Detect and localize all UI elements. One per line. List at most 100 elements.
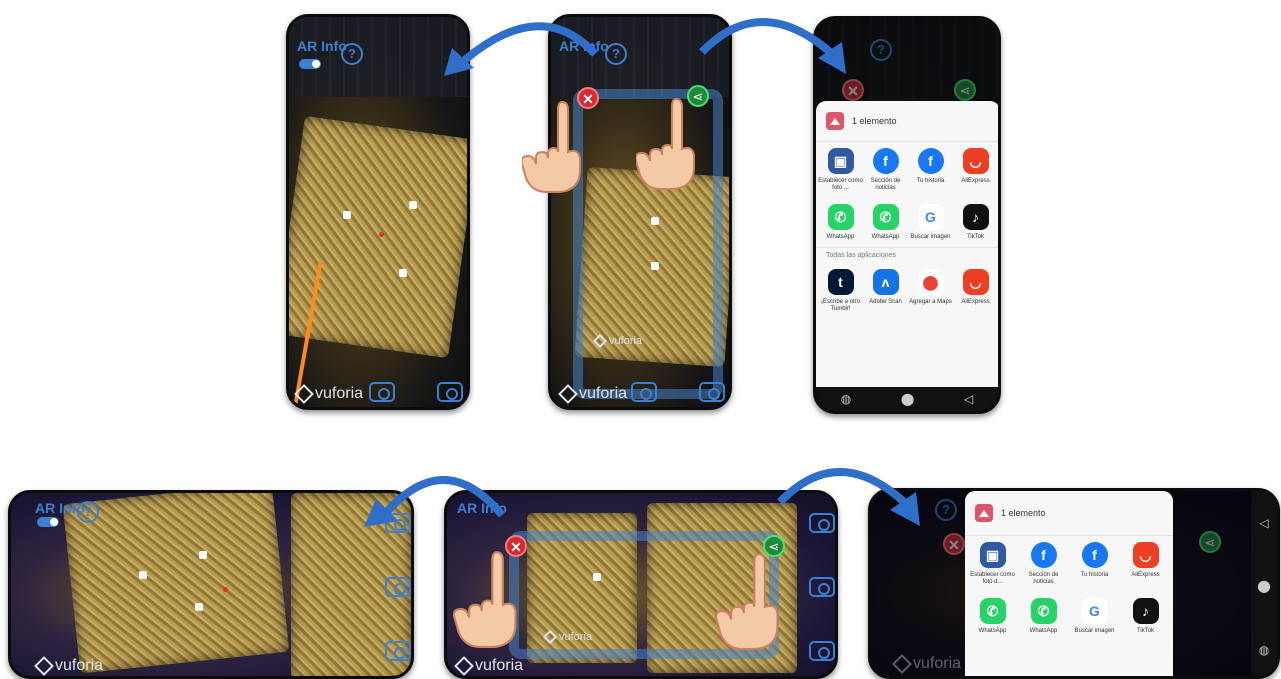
share-target-tiktok[interactable]: ♪ TikTok: [1120, 598, 1171, 635]
facebook-icon: f: [1030, 542, 1057, 568]
help-icon[interactable]: ?: [77, 501, 99, 523]
share-sheet-header: 1 elemento: [965, 491, 1173, 536]
share-sheet-title: 1 elemento: [852, 116, 897, 126]
facebook-icon: f: [1081, 542, 1108, 568]
flow-arrow-icon: [364, 476, 506, 527]
camera-icon[interactable]: [809, 577, 835, 597]
tumblr-icon: t: [827, 269, 854, 295]
google-icon: G: [917, 204, 944, 230]
marker-dot: [199, 551, 207, 559]
marker-dot: [343, 211, 351, 219]
nav-back-icon[interactable]: ◁: [1259, 516, 1268, 530]
marker-dot: [195, 603, 203, 611]
aliexpress-icon: ◡: [962, 269, 989, 295]
share-target-seccion[interactable]: f Sección de noticias: [863, 148, 908, 192]
pointing-hand-icon: [452, 551, 517, 648]
vuforia-text: vuforia: [475, 657, 524, 674]
app-label: Tu historia: [1080, 572, 1109, 578]
ar-info-toggle[interactable]: [299, 59, 321, 69]
facebook-icon: f: [917, 148, 944, 174]
help-icon[interactable]: ?: [341, 43, 363, 65]
share-target-establecer[interactable]: ▣ Establecer como foto d...: [967, 542, 1018, 586]
ar-info-toggle[interactable]: [37, 517, 59, 527]
tiktok-icon: ♪: [1132, 598, 1159, 624]
contact-photo-icon: ▣: [827, 148, 854, 174]
share-target-seccion[interactable]: f Sección de noticias: [1018, 542, 1069, 586]
vuforia-logo-icon: [454, 656, 474, 676]
vuforia-text: vuforia: [559, 631, 593, 643]
nav-back-icon[interactable]: ◁: [964, 392, 973, 406]
share-sheet: 1 elemento ▣ Establecer como foto ... f Se…: [816, 101, 998, 391]
whatsapp-icon: ✆: [979, 598, 1006, 624]
share-target-historia[interactable]: f Tu historia: [1069, 542, 1120, 586]
share-target-establecer[interactable]: ▣ Establecer como foto ...: [818, 148, 863, 192]
app-label: Establecer como foto d...: [970, 572, 1015, 585]
camera-icon[interactable]: [631, 382, 657, 402]
share-target-whatsapp-2[interactable]: ✆ WhatsApp: [863, 204, 908, 241]
camera-switch-icon[interactable]: [437, 382, 463, 402]
share-target-tiktok[interactable]: ♪ TikTok: [953, 204, 998, 241]
share-apps-row3: t ¡Escribe a otro Tumblr! ᴧ Adobe Scan ⬤ Ag…: [816, 263, 998, 319]
app-label: WhatsApp: [871, 234, 900, 240]
marker-dot: [399, 269, 407, 277]
gallery-icon[interactable]: [809, 641, 835, 661]
share-target-aliexpress[interactable]: ◡ AliExpress: [953, 148, 998, 192]
share-apps-row1: ▣ Establecer como foto ... f Sección de no…: [816, 142, 998, 198]
share-button[interactable]: ⋖: [1199, 531, 1221, 553]
app-label: TikTok: [1136, 628, 1155, 634]
share-target-aliexpress-2[interactable]: ◡ AliExpress: [953, 269, 998, 313]
app-label: AliExpress: [1131, 572, 1160, 578]
camera-switch-icon[interactable]: [699, 382, 725, 402]
gallery-icon: [975, 504, 993, 522]
maps-icon: ⬤: [917, 269, 944, 295]
share-target-buscar-imagen[interactable]: G Buscar imagen: [1069, 598, 1120, 635]
vuforia-text: vuforia: [315, 385, 364, 402]
vuforia-logo-icon: [34, 656, 54, 676]
share-target-whatsapp[interactable]: ✆ WhatsApp: [818, 204, 863, 241]
aliexpress-icon: ◡: [962, 148, 989, 174]
marker-dot: [409, 201, 417, 209]
app-label: Adobe Scan: [869, 299, 902, 305]
share-target-whatsapp-2[interactable]: ✆ WhatsApp: [1018, 598, 1069, 635]
share-target-historia[interactable]: f Tu historia: [908, 148, 953, 192]
gallery-icon[interactable]: [385, 641, 411, 661]
flow-arrow-icon: [777, 468, 920, 526]
system-nav-bar: ◍ ⬤ ◁: [816, 387, 998, 411]
marker-dot: [139, 571, 147, 579]
share-target-maps[interactable]: ⬤ Agregar a Maps: [908, 269, 953, 313]
app-label: Buscar imagen: [1074, 628, 1115, 634]
app-label: TikTok: [966, 234, 985, 240]
camera-icon[interactable]: [385, 577, 411, 597]
nav-recent-icon[interactable]: ◍: [1259, 643, 1269, 657]
share-sheet-title: 1 elemento: [1001, 508, 1046, 518]
share-target-tumblr[interactable]: t ¡Escribe a otro Tumblr!: [818, 269, 863, 313]
close-button[interactable]: ✕: [842, 79, 864, 101]
pointing-hand-icon: [636, 97, 695, 190]
whatsapp-icon: ✆: [827, 204, 854, 230]
share-target-aliexpress[interactable]: ◡ AliExpress: [1120, 542, 1171, 586]
close-button[interactable]: ✕: [943, 533, 965, 555]
vuforia-text: vuforia: [579, 385, 628, 402]
nav-recent-icon[interactable]: ◍: [841, 392, 851, 406]
app-label: AliExpress: [961, 178, 990, 184]
vuforia-text: vuforia: [913, 655, 962, 672]
adobe-scan-icon: ᴧ: [872, 269, 899, 295]
help-icon[interactable]: ?: [870, 39, 892, 61]
camera-icon[interactable]: [369, 382, 395, 402]
vuforia-watermark-small: vuforia: [542, 629, 593, 645]
nav-home-icon[interactable]: ⬤: [1257, 579, 1270, 593]
vuforia-watermark: vuforia: [892, 654, 962, 674]
help-icon[interactable]: ?: [935, 499, 957, 521]
red-marker-dot: [379, 232, 384, 237]
share-target-buscar-imagen[interactable]: G Buscar imagen: [908, 204, 953, 241]
share-target-whatsapp[interactable]: ✆ WhatsApp: [967, 598, 1018, 635]
vuforia-logo-icon: [542, 629, 558, 645]
share-button[interactable]: ⋖: [954, 79, 976, 101]
share-target-adobe-scan[interactable]: ᴧ Adobe Scan: [863, 269, 908, 313]
share-sheet: 1 elemento ▣ Establecer como foto d... fS…: [965, 491, 1173, 676]
app-label: Sección de noticias: [1028, 572, 1059, 585]
nav-home-icon[interactable]: ⬤: [901, 392, 914, 406]
vuforia-watermark: vuforia: [294, 384, 364, 404]
app-label: Establecer como foto ...: [818, 178, 863, 191]
vuforia-text: vuforia: [55, 657, 104, 674]
